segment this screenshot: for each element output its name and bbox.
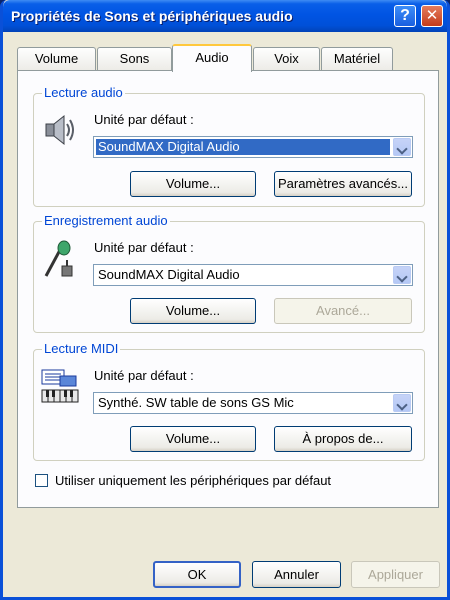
playback-advanced-button[interactable]: Paramètres avancés...: [274, 171, 412, 197]
playback-group-label: Lecture audio: [42, 85, 125, 100]
default-only-checkbox[interactable]: [35, 474, 48, 487]
midi-volume-button[interactable]: Volume...: [130, 426, 256, 452]
apply-button[interactable]: Appliquer: [351, 561, 440, 588]
tab-volume[interactable]: Volume: [17, 47, 96, 71]
title-bar[interactable]: Propriétés de Sons et périphériques audi…: [3, 0, 447, 32]
chevron-down-icon[interactable]: [393, 394, 411, 412]
cancel-button[interactable]: Annuler: [252, 561, 341, 588]
midi-about-button[interactable]: À propos de...: [274, 426, 412, 452]
chevron-down-icon[interactable]: [393, 138, 411, 156]
tab-audio[interactable]: Audio: [172, 44, 252, 72]
recording-volume-button[interactable]: Volume...: [130, 298, 256, 324]
dialog-window: Propriétés de Sons et périphériques audi…: [0, 0, 450, 600]
recording-group: Enregistrement audio Unité par défaut : …: [33, 213, 425, 333]
midi-device-value: Synthé. SW table de sons GS Mic: [98, 395, 294, 410]
midi-keyboard-icon: [41, 369, 79, 403]
tab-sons[interactable]: Sons: [97, 47, 172, 71]
midi-group: Lecture MIDI Unité par défaut : Synthé. …: [33, 341, 425, 461]
recording-device-select[interactable]: SoundMAX Digital Audio: [93, 264, 413, 286]
default-only-label[interactable]: Utiliser uniquement les périphériques pa…: [55, 473, 331, 488]
window-title: Propriétés de Sons et périphériques audi…: [11, 8, 293, 24]
recording-group-label: Enregistrement audio: [42, 213, 170, 228]
midi-device-select[interactable]: Synthé. SW table de sons GS Mic: [93, 392, 413, 414]
close-button[interactable]: ✕: [421, 5, 443, 27]
ok-button[interactable]: OK: [153, 561, 241, 588]
playback-group: Lecture audio Unité par défaut : SoundMA…: [33, 85, 425, 207]
playback-device-select[interactable]: SoundMAX Digital Audio: [93, 136, 413, 158]
midi-group-label: Lecture MIDI: [42, 341, 121, 356]
audio-tab-panel: Lecture audio Unité par défaut : SoundMA…: [17, 70, 439, 508]
playback-volume-button[interactable]: Volume...: [130, 171, 256, 197]
microphone-icon: [44, 240, 73, 277]
help-button[interactable]: ?: [394, 5, 416, 27]
midi-device-label: Unité par défaut :: [94, 368, 194, 383]
playback-device-label: Unité par défaut :: [94, 112, 194, 127]
chevron-down-icon[interactable]: [393, 266, 411, 284]
tab-materiel[interactable]: Matériel: [321, 47, 393, 71]
recording-device-value: SoundMAX Digital Audio: [98, 267, 240, 282]
recording-advanced-button[interactable]: Avancé...: [274, 298, 412, 324]
recording-device-label: Unité par défaut :: [94, 240, 194, 255]
tab-voix[interactable]: Voix: [253, 47, 320, 71]
speaker-icon: [45, 114, 74, 146]
playback-device-value: SoundMAX Digital Audio: [96, 139, 390, 155]
